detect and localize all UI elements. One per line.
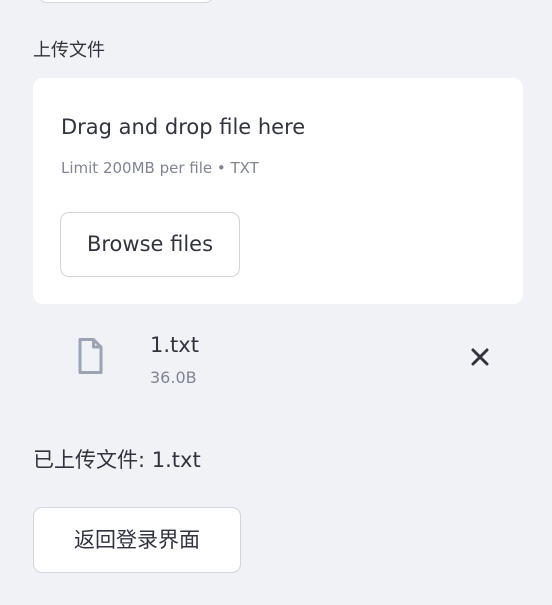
uploaded-file-size: 36.0B [150, 368, 197, 387]
upload-page: 上传文件 Drag and drop file here Limit 200MB… [0, 0, 552, 605]
uploaded-file-item: 1.txt 36.0B [33, 320, 523, 400]
partially-visible-button[interactable] [38, 0, 214, 3]
file-size-limit: Limit 200MB per file • TXT [61, 159, 259, 177]
uploaded-file-status: 已上传文件: 1.txt [33, 448, 201, 472]
file-dropzone[interactable]: Drag and drop file here Limit 200MB per … [33, 78, 523, 304]
remove-file-button[interactable] [463, 340, 497, 374]
dropzone-title: Drag and drop file here [61, 115, 306, 139]
file-icon [75, 336, 105, 376]
uploaded-file-name: 1.txt [150, 333, 199, 357]
back-to-login-button[interactable]: 返回登录界面 [33, 507, 241, 573]
upload-file-label: 上传文件 [33, 40, 105, 61]
browse-files-button[interactable]: Browse files [60, 212, 240, 277]
close-icon [463, 348, 497, 377]
